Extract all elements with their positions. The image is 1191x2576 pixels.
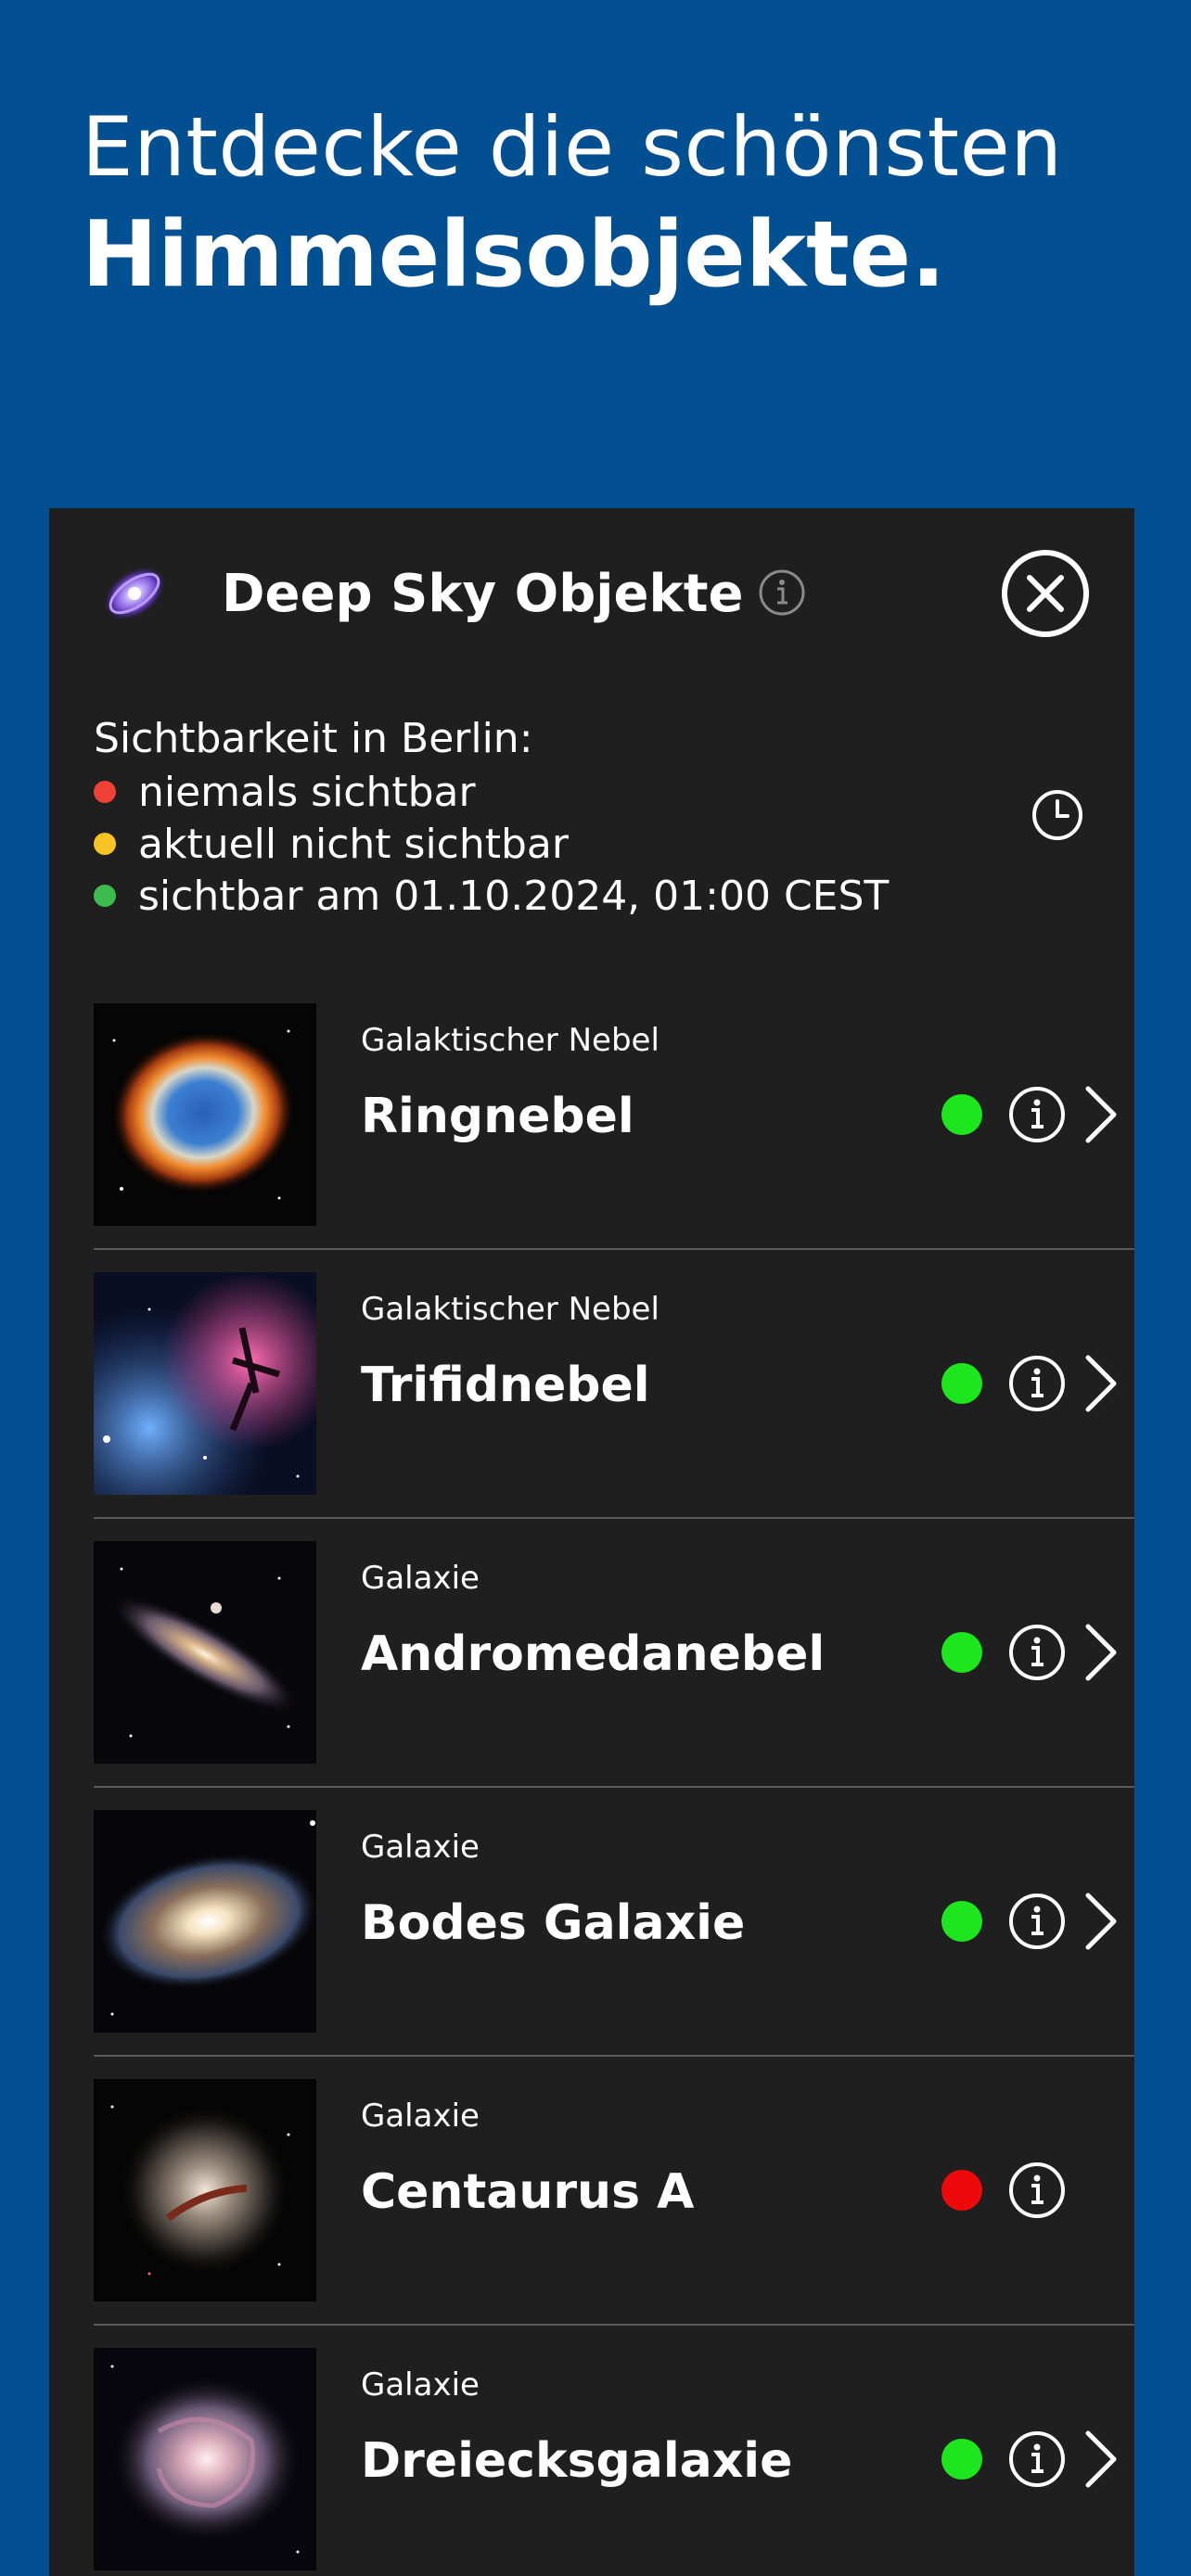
chevron-right-icon[interactable]: [1079, 2428, 1125, 2491]
legend-label: niemals sichtbar: [138, 768, 476, 816]
object-name: Ringnebel: [361, 1089, 634, 1144]
object-name: Trifidnebel: [361, 1358, 650, 1413]
info-button[interactable]: [1007, 1085, 1067, 1144]
visibility-status-dot: [941, 1632, 982, 1673]
list-item[interactable]: Galaxie Andromedanebel: [94, 1519, 1134, 1788]
legend-item-not-now: aktuell nicht sichtbar: [94, 818, 889, 870]
object-category: Galaxie: [361, 2366, 480, 2404]
deep-sky-panel: Deep Sky Objekte Sichtbarkeit in Berlin:…: [49, 508, 1134, 2576]
centaurus-a-image: [94, 2079, 316, 2302]
galaxy-icon: [97, 556, 172, 631]
list-item[interactable]: Galaxie Dreiecksgalaxie: [94, 2326, 1134, 2576]
info-button[interactable]: [1007, 1892, 1067, 1951]
clock-button[interactable]: [1029, 786, 1086, 844]
list-item[interactable]: Galaktischer Nebel Ringnebel: [94, 981, 1134, 1250]
legend-item-never: niemals sichtbar: [94, 766, 889, 818]
panel-header: Deep Sky Objekte: [49, 508, 1134, 675]
info-icon: [1009, 1356, 1065, 1411]
clock-icon: [1032, 790, 1082, 840]
list-item[interactable]: Galaxie Centaurus A: [94, 2057, 1134, 2326]
info-icon: [1009, 1625, 1065, 1680]
chevron-right-icon[interactable]: [1079, 1352, 1125, 1415]
visibility-status-dot: [941, 1363, 982, 1404]
visibility-status-dot: [941, 1901, 982, 1942]
legend-item-visible: sichtbar am 01.10.2024, 01:00 CEST: [94, 870, 889, 922]
trifid-nebula-image: [94, 1272, 316, 1495]
legend-title: Sichtbarkeit in Berlin:: [94, 715, 533, 762]
object-name: Bodes Galaxie: [361, 1895, 746, 1951]
list-item[interactable]: Galaktischer Nebel Trifidnebel: [94, 1250, 1134, 1519]
info-button[interactable]: [1007, 2161, 1067, 2220]
headline-line-2: Himmelsobjekte.: [82, 202, 946, 308]
object-category: Galaxie: [361, 1829, 480, 1866]
info-button[interactable]: [1007, 2429, 1067, 2489]
info-button[interactable]: [1007, 1354, 1067, 1413]
legend-label: sichtbar am 01.10.2024, 01:00 CEST: [138, 872, 890, 920]
chevron-right-icon[interactable]: [1079, 1083, 1125, 1146]
object-category: Galaxie: [361, 2098, 480, 2135]
info-icon: [1009, 1087, 1065, 1142]
legend-dot-red: [94, 781, 116, 803]
object-category: Galaxie: [361, 1560, 480, 1597]
object-name: Dreiecksgalaxie: [361, 2433, 793, 2489]
info-icon[interactable]: [757, 567, 807, 618]
panel-title: Deep Sky Objekte: [222, 564, 744, 624]
object-name: Andromedanebel: [361, 1626, 826, 1682]
close-icon: [1002, 550, 1089, 637]
info-icon: [1009, 2162, 1065, 2218]
info-icon: [1009, 1894, 1065, 1949]
close-button[interactable]: [1000, 548, 1091, 639]
andromeda-image: [94, 1541, 316, 1764]
visibility-status-dot: [941, 2439, 982, 2480]
visibility-status-dot: [941, 2170, 982, 2211]
object-list: Galaktischer Nebel Ringnebel Galaktische…: [94, 981, 1134, 2576]
info-button[interactable]: [1007, 1623, 1067, 1682]
visibility-legend: Sichtbarkeit in Berlin: niemals sichtbar…: [94, 712, 889, 922]
headline-line-1: Entdecke die schönsten: [82, 99, 1063, 195]
headline: Entdecke die schönsten Himmelsobjekte.: [82, 96, 1148, 312]
object-name: Centaurus A: [361, 2164, 695, 2220]
list-item[interactable]: Galaxie Bodes Galaxie: [94, 1788, 1134, 2057]
object-category: Galaktischer Nebel: [361, 1291, 660, 1328]
ring-nebula-image: [94, 1003, 316, 1226]
legend-dot-yellow: [94, 833, 116, 855]
visibility-status-dot: [941, 1094, 982, 1135]
bodes-galaxy-image: [94, 1810, 316, 2033]
chevron-right-icon[interactable]: [1079, 1890, 1125, 1953]
triangulum-galaxy-image: [94, 2348, 316, 2570]
chevron-right-icon[interactable]: [1079, 1621, 1125, 1684]
object-category: Galaktischer Nebel: [361, 1022, 660, 1059]
legend-label: aktuell nicht sichtbar: [138, 820, 569, 868]
info-icon: [1009, 2431, 1065, 2487]
legend-dot-green: [94, 885, 116, 907]
